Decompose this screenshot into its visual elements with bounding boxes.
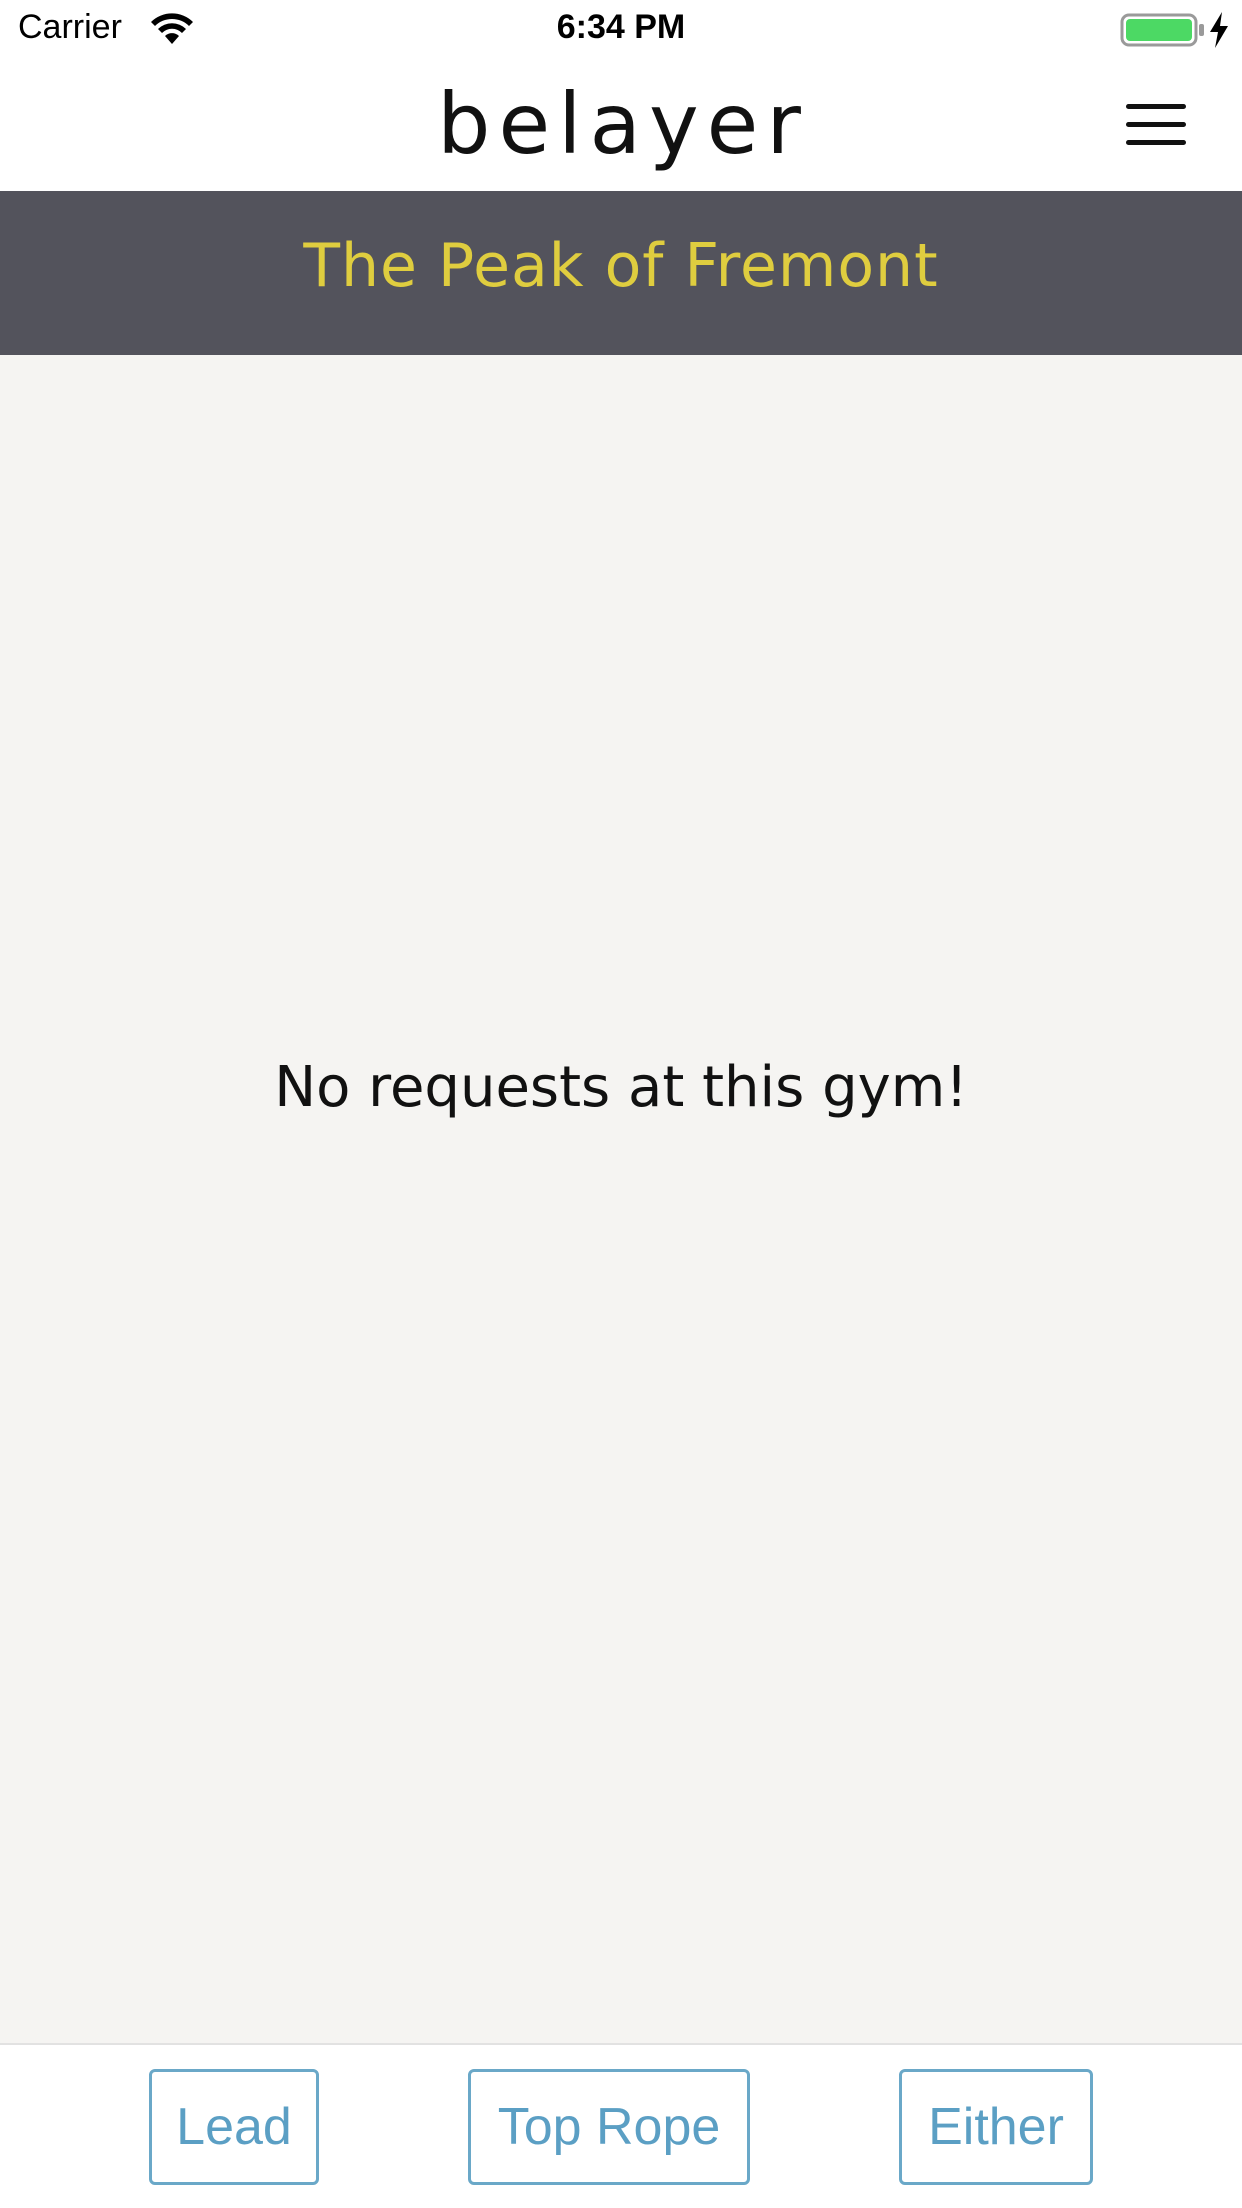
menu-line [1126,140,1186,145]
hamburger-menu-icon[interactable] [1126,98,1190,152]
gym-title: The Peak of Fremont [303,231,939,301]
empty-state-message: No requests at this gym! [274,1055,968,1120]
battery-icon [1120,13,1204,47]
lead-button[interactable]: Lead [149,2069,319,2185]
status-time: 6:34 PM [556,8,686,46]
requests-list[interactable]: No requests at this gym! [0,355,1242,2043]
request-type-bar: Lead Top Rope Either [0,2043,1242,2208]
either-button[interactable]: Either [899,2069,1093,2185]
top-rope-button[interactable]: Top Rope [468,2069,750,2185]
app-screen: Carrier 6:34 PM belayer The Peak of Frem… [0,0,1242,2208]
nav-header: belayer [0,60,1242,190]
belayer-logo[interactable]: belayer [428,76,818,176]
status-bar: Carrier 6:34 PM [0,0,1242,60]
menu-line [1126,122,1186,127]
logo-text: belayer [437,75,809,173]
gym-banner: The Peak of Fremont [0,191,1242,355]
charging-bolt-icon [1210,12,1228,48]
menu-line [1126,104,1186,109]
